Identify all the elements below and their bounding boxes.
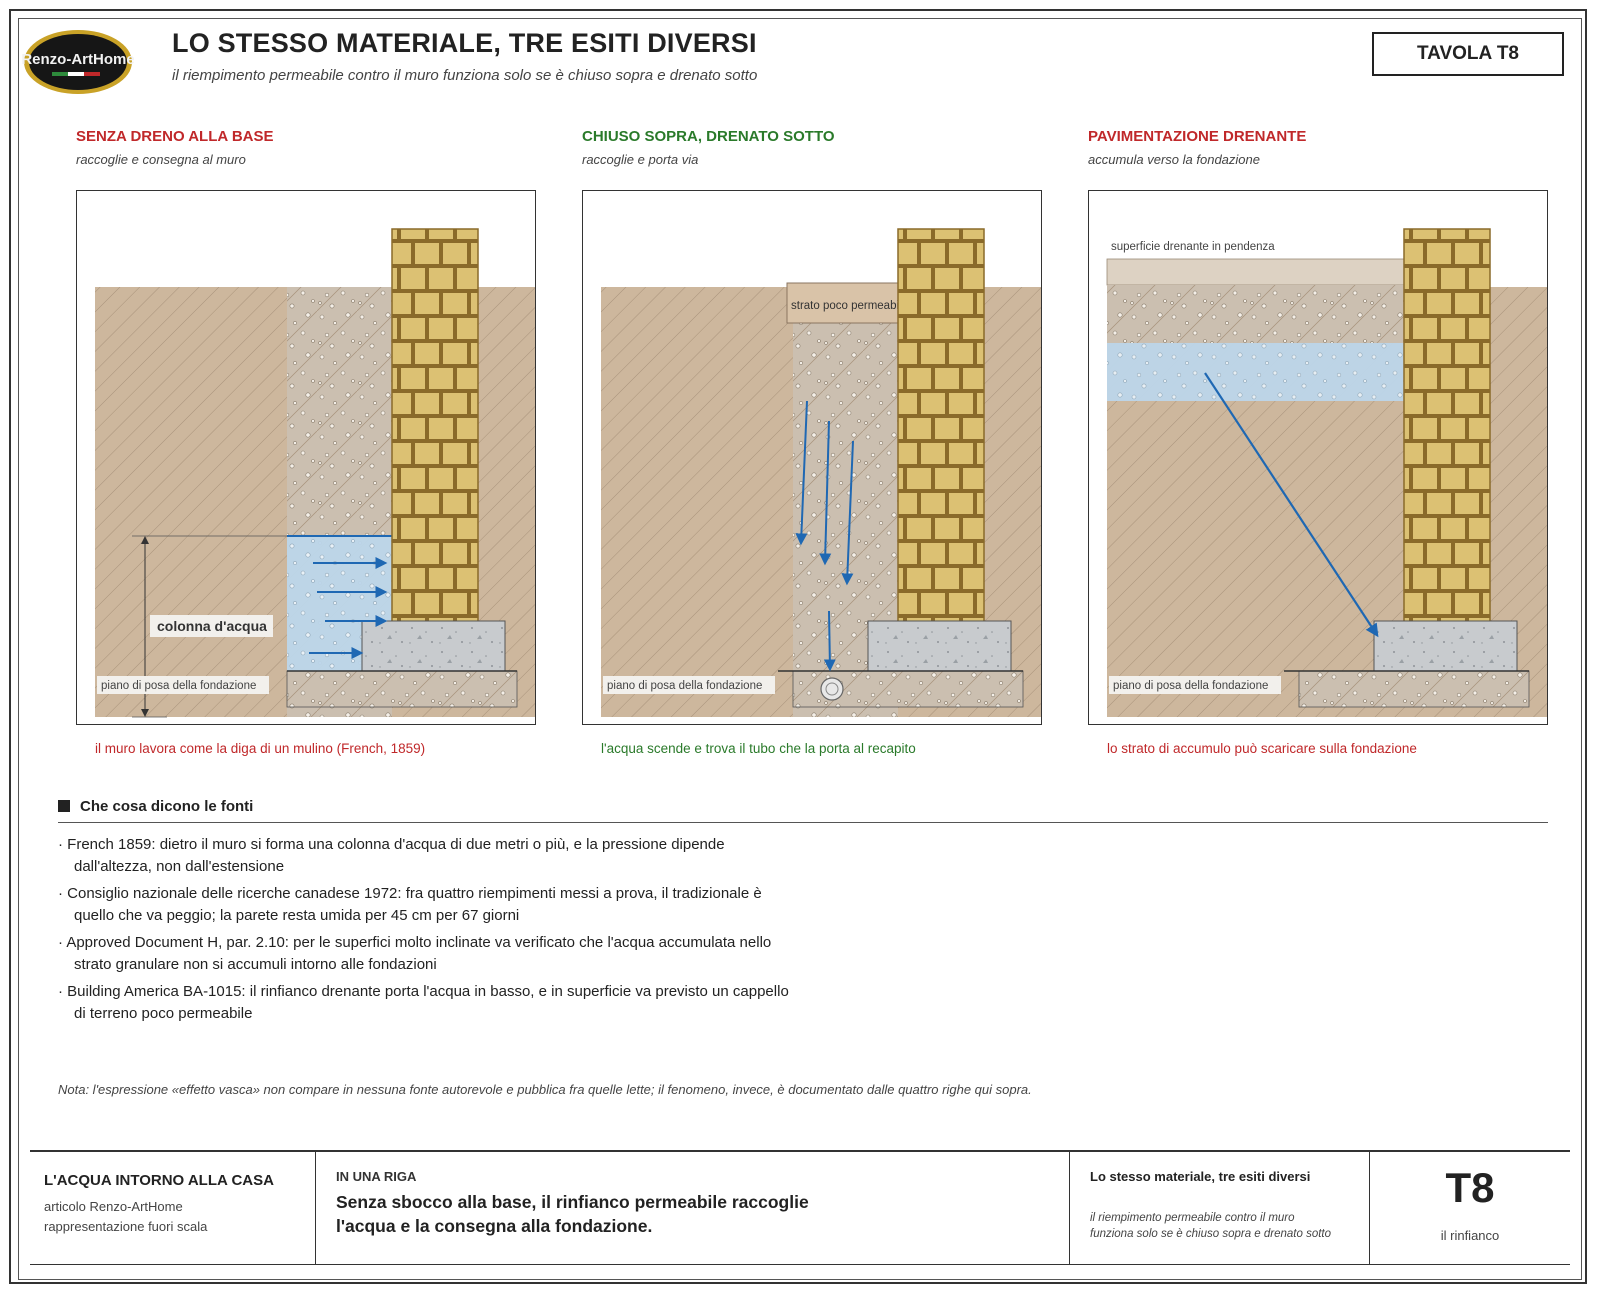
foundation [1373, 620, 1518, 672]
source-line: · French 1859: dietro il muro si forma u… [58, 836, 725, 853]
section-divider [58, 822, 1548, 823]
panel-3-caption: lo strato di accumulo può scaricare sull… [1107, 741, 1417, 756]
granular-layer [1107, 285, 1404, 343]
page-title: LO STESSO MATERIALE, TRE ESITI DIVERSI [172, 28, 757, 58]
panel-2-caption: l'acqua scende e trova il tubo che la po… [601, 741, 916, 756]
panel-3-diagram: superficie drenante in pendenza piano di… [1088, 190, 1548, 725]
sheet-code: T8 [1445, 1164, 1495, 1211]
foundation-plane-label: piano di posa della fondazione [1113, 680, 1268, 692]
draining-surface-label: superficie drenante in pendenza [1111, 241, 1275, 253]
title-block-series: L'ACQUA INTORNO ALLA CASA articolo Renzo… [30, 1152, 316, 1265]
series-title: L'ACQUA INTORNO ALLA CASA [44, 1172, 274, 1189]
drain-arrow [823, 610, 836, 672]
source-line: · Consiglio nazionale delle ricerche can… [58, 885, 762, 902]
sheet-subtitle: il riempimento permeabile contro il muro… [1090, 1212, 1332, 1240]
source-line: di terreno poco permeabile [74, 1005, 253, 1022]
footnote: Nota: l'espressione «effetto vasca» non … [58, 1082, 1032, 1097]
plate-label: TAVOLA T8 [1372, 32, 1564, 76]
source-item: · Consiglio nazionale delle ricerche can… [58, 883, 888, 927]
panel-2-subheading: raccoglie e porta via [582, 152, 699, 167]
source-line: · Approved Document H, par. 2.10: per le… [58, 934, 772, 951]
article-label: articolo Renzo-ArtHome [44, 1199, 183, 1214]
title-block: L'ACQUA INTORNO ALLA CASA articolo Renzo… [30, 1150, 1570, 1265]
cap-label: strato poco permeabile [791, 300, 908, 312]
accumulation-layer [1107, 343, 1404, 401]
source-line: dall'altezza, non dall'estensione [74, 858, 285, 875]
foundation [361, 620, 506, 672]
sheet-title: Lo stesso materiale, tre esiti diversi [1090, 1169, 1311, 1184]
title-block-oneline: IN UNA RIGA Senza sbocco alla base, il r… [316, 1152, 1070, 1265]
panel-1-diagram: colonna d'acqua piano di posa della fond… [76, 190, 536, 725]
logo-wordmark: Renzo-ArtHome [22, 51, 134, 68]
water-column-label: colonna d'acqua [157, 618, 267, 634]
panel-1-heading: SENZA DRENO ALLA BASE [76, 128, 274, 145]
source-line: strato granulare non si accumuli intorno… [74, 956, 437, 973]
title-block-code: T8 il rinfianco [1370, 1152, 1570, 1265]
sheet-code-sub: il rinfianco [1440, 1228, 1500, 1243]
foundation [867, 620, 1012, 672]
panel-2-diagram: strato poco permeabile piano di posa del… [582, 190, 1042, 725]
draining-pavement [1106, 258, 1405, 286]
panel-1-subheading: raccoglie e consegna al muro [76, 152, 246, 167]
renzo-arthome-logo: Renzo-ArtHome [22, 30, 134, 94]
page-subtitle: il riempimento permeabile contro il muro… [172, 67, 758, 84]
source-line: · Building America BA-1015: il rinfianco… [58, 983, 789, 1000]
title-block-sheet: Lo stesso materiale, tre esiti diversi i… [1070, 1152, 1370, 1265]
section-bullet-icon [58, 800, 70, 812]
panel-1-caption: il muro lavora come la diga di un mulino… [95, 741, 426, 756]
source-item: · French 1859: dietro il muro si forma u… [58, 834, 888, 878]
source-item: · Approved Document H, par. 2.10: per le… [58, 932, 888, 976]
brick-wall [391, 228, 479, 623]
panel-3-subheading: accumula verso la fondazione [1088, 152, 1260, 167]
source-item: · Building America BA-1015: il rinfianco… [58, 981, 888, 1025]
scale-note: rappresentazione fuori scala [44, 1219, 208, 1234]
foundation-plane-label: piano di posa della fondazione [607, 680, 762, 692]
brick-wall [897, 228, 985, 623]
oneline-text: Senza sbocco alla base, il rinfianco per… [336, 1192, 809, 1236]
drain-pipe [820, 677, 844, 701]
sources-heading: Che cosa dicono le fonti [80, 798, 254, 815]
panel-3-heading: PAVIMENTAZIONE DRENANTE [1088, 128, 1307, 145]
oneline-label: IN UNA RIGA [336, 1169, 417, 1184]
foundation-plane-label: piano di posa della fondazione [101, 680, 256, 692]
panel-2-heading: CHIUSO SOPRA, DRENATO SOTTO [582, 128, 835, 145]
brick-wall [1403, 228, 1491, 623]
source-line: quello che va peggio; la parete resta um… [74, 907, 520, 924]
